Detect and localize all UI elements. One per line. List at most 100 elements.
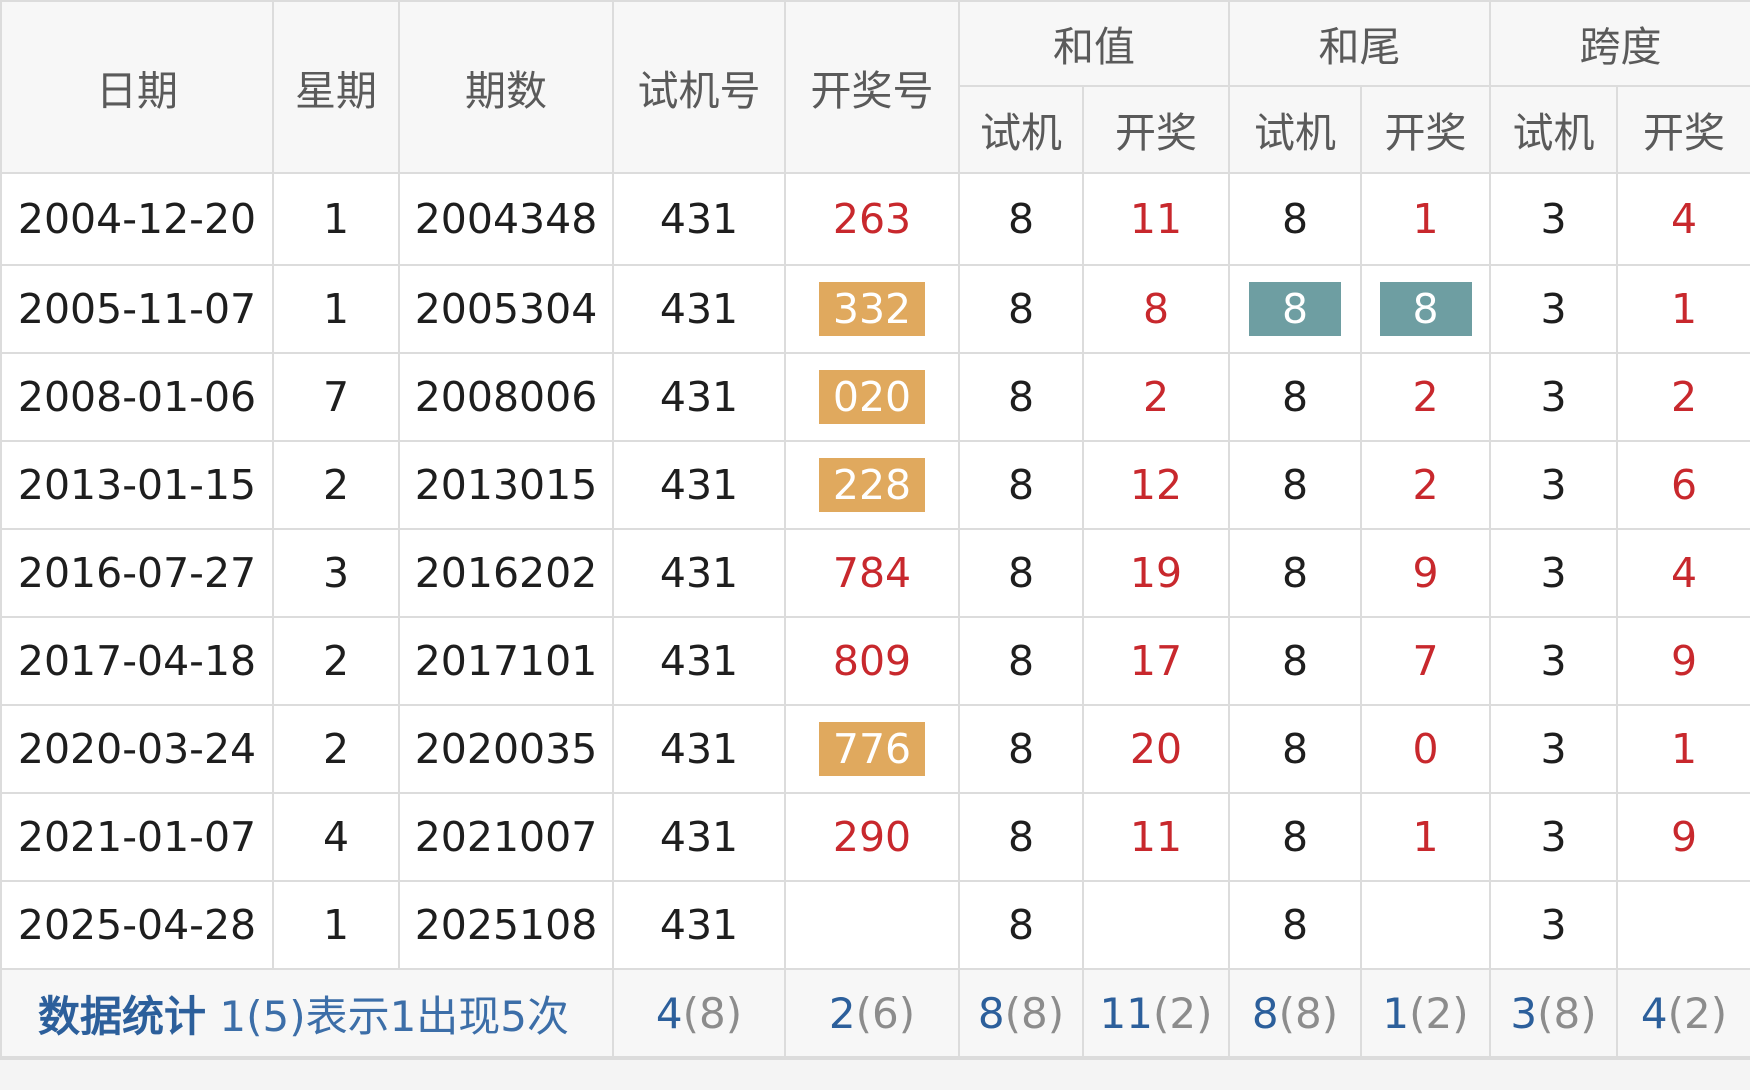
draw-number-cell: 263 [784, 172, 960, 266]
issue-cell: 2016202 [398, 528, 614, 618]
span-trial-cell: 3 [1489, 440, 1618, 530]
header-sum-draw: 开奖 [1082, 84, 1230, 175]
issue-cell: 2021007 [398, 792, 614, 882]
draw-number-cell: 784 [784, 528, 960, 618]
table-row: 2005-11-07 1 2005304 431 332 8 8 8 8 3 1 [0, 264, 1750, 354]
tail-trial-cell: 8 [1228, 704, 1362, 794]
statistics-label-cell: 数据统计 1(5)表示1出现5次 [0, 968, 614, 1058]
sum-trial-cell: 8 [958, 440, 1084, 530]
span-draw-cell [1616, 880, 1750, 970]
stat-span-trial-cell: 3(8) [1489, 968, 1618, 1058]
stat-count: (2) [1152, 988, 1213, 1038]
stat-count: (8) [1004, 988, 1065, 1038]
draw-number-cell: 290 [784, 792, 960, 882]
header-tail-group: 和尾 [1228, 0, 1491, 87]
header-sum-trial: 试机 [958, 84, 1084, 175]
tail-trial-cell: 8 [1228, 880, 1362, 970]
draw-number-cell: 332 [784, 264, 960, 354]
stat-tail-trial-cell: 8(8) [1228, 968, 1362, 1058]
group-number-badge: 332 [818, 282, 926, 336]
draw-number-cell: 020 [784, 352, 960, 442]
tail-match-badge: 8 [1249, 282, 1341, 336]
sum-trial-cell: 8 [958, 352, 1084, 442]
statistics-title: 数据统计 [38, 991, 207, 1041]
span-draw-cell: 9 [1616, 792, 1750, 882]
table-row: 2013-01-15 2 2013015 431 228 8 12 8 2 3 … [0, 440, 1750, 530]
trial-number-cell: 431 [612, 440, 786, 530]
table-header: 日期 星期 期数 试机号 开奖号 和值 和尾 跨度 试机 开奖 试机 开奖 试机… [0, 0, 1750, 175]
issue-cell: 2017101 [398, 616, 614, 706]
header-draw-number: 开奖号 [784, 0, 960, 174]
tail-trial-cell: 8 [1228, 172, 1362, 266]
span-draw-cell: 9 [1616, 616, 1750, 706]
span-draw-cell: 1 [1616, 264, 1750, 354]
weekday-cell: 4 [272, 792, 400, 882]
tail-trial-cell: 8 [1228, 792, 1362, 882]
date-cell: 2005-11-07 [0, 264, 274, 354]
tail-draw-cell: 0 [1360, 704, 1491, 794]
trial-number-cell: 431 [612, 704, 786, 794]
tail-draw-cell: 2 [1360, 352, 1491, 442]
sum-draw-cell: 20 [1082, 704, 1230, 794]
span-trial-cell: 3 [1489, 172, 1618, 266]
tail-match-badge: 8 [1379, 282, 1472, 336]
trial-number-cell: 431 [612, 880, 786, 970]
issue-cell: 2013015 [398, 440, 614, 530]
tail-trial-cell: 8 [1228, 616, 1362, 706]
tail-draw-cell: 9 [1360, 528, 1491, 618]
statistics-footer: 数据统计 1(5)表示1出现5次 4(8) 2(6) 8(8) 11(2) 8(… [0, 968, 1750, 1058]
draw-number-cell: 809 [784, 616, 960, 706]
span-trial-cell: 3 [1489, 704, 1618, 794]
span-draw-cell: 4 [1616, 528, 1750, 618]
stat-value: 2 [828, 988, 856, 1038]
issue-cell: 2025108 [398, 880, 614, 970]
trial-number-cell: 431 [612, 792, 786, 882]
tail-trial-cell: 8 [1228, 528, 1362, 618]
stat-count: (8) [1278, 988, 1339, 1038]
date-cell: 2017-04-18 [0, 616, 274, 706]
tail-trial-cell: 8 [1228, 352, 1362, 442]
trial-number-cell: 431 [612, 264, 786, 354]
table-row: 2016-07-27 3 2016202 431 784 8 19 8 9 3 … [0, 528, 1750, 618]
date-cell: 2008-01-06 [0, 352, 274, 442]
sum-trial-cell: 8 [958, 880, 1084, 970]
draw-number-cell: 228 [784, 440, 960, 530]
header-span-draw: 开奖 [1616, 84, 1750, 175]
tail-draw-cell: 1 [1360, 792, 1491, 882]
sum-trial-cell: 8 [958, 616, 1084, 706]
draw-number-cell: 776 [784, 704, 960, 794]
weekday-cell: 1 [272, 172, 400, 266]
lottery-history-table: 日期 星期 期数 试机号 开奖号 和值 和尾 跨度 试机 开奖 试机 开奖 试机… [0, 0, 1750, 1058]
header-weekday: 星期 [272, 0, 400, 174]
tail-draw-cell: 1 [1360, 172, 1491, 266]
table-row: 2020-03-24 2 2020035 431 776 8 20 8 0 3 … [0, 704, 1750, 794]
sum-draw-cell: 12 [1082, 440, 1230, 530]
stat-value: 4 [655, 988, 683, 1038]
sum-draw-cell: 11 [1082, 172, 1230, 266]
span-trial-cell: 3 [1489, 528, 1618, 618]
table-row: 2021-01-07 4 2021007 431 290 8 11 8 1 3 … [0, 792, 1750, 882]
span-trial-cell: 3 [1489, 792, 1618, 882]
date-cell: 2025-04-28 [0, 880, 274, 970]
stat-value: 11 [1099, 988, 1153, 1038]
sum-draw-cell: 19 [1082, 528, 1230, 618]
date-cell: 2016-07-27 [0, 528, 274, 618]
date-cell: 2013-01-15 [0, 440, 274, 530]
table-row: 2004-12-20 1 2004348 431 263 8 11 8 1 3 … [0, 172, 1750, 266]
stat-count: (2) [1667, 988, 1728, 1038]
stat-sum-draw-cell: 11(2) [1082, 968, 1230, 1058]
header-tail-draw: 开奖 [1360, 84, 1491, 175]
span-trial-cell: 3 [1489, 264, 1618, 354]
table-row: 2025-04-28 1 2025108 431 8 8 3 [0, 880, 1750, 970]
statistics-row: 数据统计 1(5)表示1出现5次 4(8) 2(6) 8(8) 11(2) 8(… [0, 968, 1750, 1058]
tail-draw-cell [1360, 880, 1491, 970]
date-cell: 2021-01-07 [0, 792, 274, 882]
stat-value: 3 [1510, 988, 1538, 1038]
sum-draw-cell: 17 [1082, 616, 1230, 706]
stat-value: 8 [977, 988, 1005, 1038]
group-number-badge: 228 [818, 458, 926, 512]
stat-count: (2) [1409, 988, 1469, 1038]
trial-number-cell: 431 [612, 172, 786, 266]
stat-value: 8 [1251, 988, 1279, 1038]
issue-cell: 2020035 [398, 704, 614, 794]
